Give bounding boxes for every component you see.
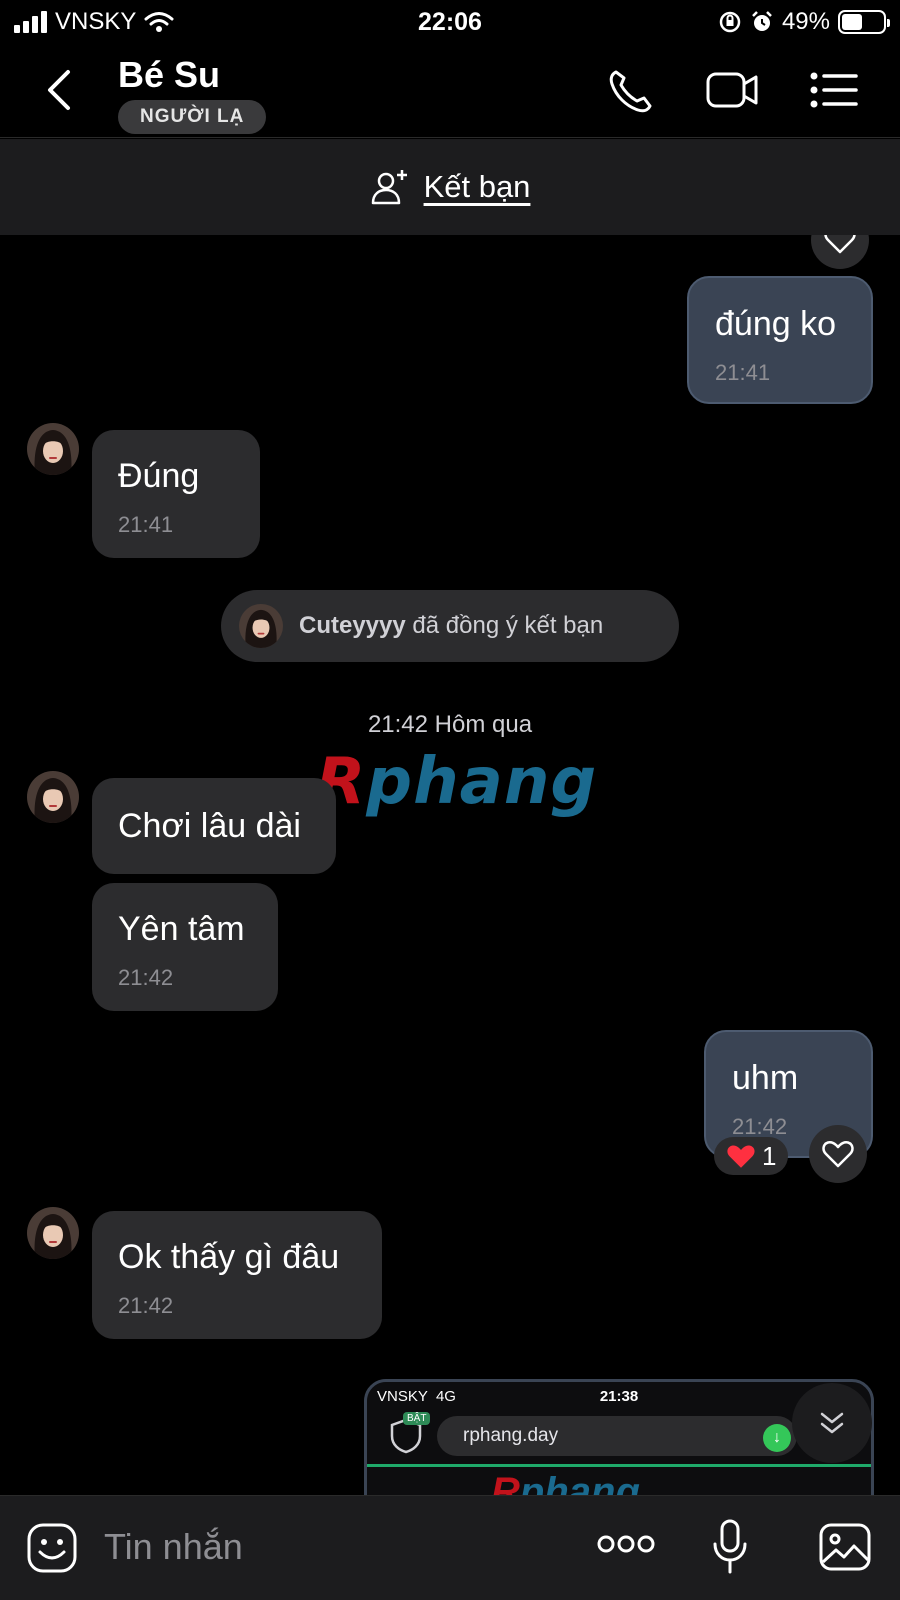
add-friend-icon bbox=[371, 170, 407, 205]
video-call-icon[interactable] bbox=[704, 64, 760, 116]
avatar[interactable] bbox=[27, 1207, 79, 1259]
sticker-icon[interactable] bbox=[26, 1522, 78, 1574]
avatar[interactable] bbox=[27, 771, 79, 823]
battery-fill bbox=[842, 14, 862, 30]
message-text: đúng ko bbox=[715, 305, 836, 343]
message-text: Đúng bbox=[118, 457, 200, 495]
message-text: Ok thấy gì đâu bbox=[118, 1238, 340, 1276]
status-bar: VNSKY 22:06 49% bbox=[0, 0, 900, 44]
stranger-badge: NGƯỜI LẠ bbox=[118, 100, 267, 134]
image-divider bbox=[367, 1464, 871, 1467]
react-button[interactable] bbox=[811, 235, 869, 269]
avatar-small bbox=[239, 604, 283, 648]
battery-percent: 49% bbox=[781, 8, 830, 35]
message-input[interactable]: Tin nhắn bbox=[104, 1526, 243, 1568]
reaction-number: 1 bbox=[762, 1140, 777, 1171]
message-time: 21:42 bbox=[118, 965, 174, 990]
react-button[interactable] bbox=[809, 1125, 867, 1183]
message-input-bar: Tin nhắn bbox=[0, 1495, 900, 1600]
avatar[interactable] bbox=[27, 423, 79, 475]
double-chevron-down-icon bbox=[820, 1412, 844, 1434]
avatar-image bbox=[27, 771, 79, 823]
avatar-image bbox=[27, 1207, 79, 1259]
message-time: 21:41 bbox=[118, 512, 174, 537]
contact-name[interactable]: Bé Su bbox=[118, 54, 220, 96]
message-bubble-incoming[interactable]: Chơi lâu dài bbox=[92, 778, 336, 874]
friend-name: Cuteyyyy bbox=[299, 612, 406, 639]
menu-icon[interactable] bbox=[806, 64, 862, 116]
heart-outline-icon bbox=[822, 1141, 854, 1168]
download-icon: ↓ bbox=[763, 1424, 791, 1452]
battery-icon bbox=[838, 10, 890, 34]
alarm-icon bbox=[752, 11, 772, 31]
date-separator: 21:42 Hôm qua bbox=[367, 711, 533, 738]
message-bubble-incoming[interactable]: Đúng 21:41 bbox=[92, 430, 260, 558]
add-friend-bar[interactable]: Kết bạn bbox=[0, 139, 900, 235]
orientation-lock-icon bbox=[719, 11, 741, 33]
heart-outline-icon bbox=[824, 235, 856, 254]
avatar-image bbox=[27, 423, 79, 475]
add-friend-label[interactable]: Kết bạn bbox=[424, 169, 531, 205]
friend-accepted-notice: Cuteyyyy đã đồng ý kết bạn bbox=[221, 590, 679, 662]
message-bubble-incoming[interactable]: Yên tâm 21:42 bbox=[92, 883, 278, 1011]
message-text: uhm bbox=[732, 1059, 799, 1097]
chat-header: Bé Su NGƯỜI LẠ bbox=[0, 44, 900, 138]
image-logo: Rphang bbox=[491, 1470, 640, 1495]
message-text: Yên tâm bbox=[118, 910, 245, 948]
image-gallery-icon[interactable] bbox=[818, 1522, 872, 1572]
image-badge: BẬT bbox=[403, 1412, 431, 1425]
heart-filled-icon bbox=[727, 1144, 755, 1168]
message-bubble-incoming[interactable]: Ok thấy gì đâu 21:42 bbox=[92, 1211, 382, 1339]
message-list[interactable]: đúng ko 21:41 Đúng 21:41 Cuteyyyy đã đồn… bbox=[0, 235, 900, 1495]
back-icon[interactable] bbox=[40, 66, 80, 114]
reaction-count[interactable]: 1 bbox=[714, 1137, 789, 1175]
message-bubble-outgoing[interactable]: đúng ko 21:41 bbox=[687, 276, 873, 404]
phone-icon[interactable] bbox=[604, 64, 660, 116]
watermark-logo: Rphang bbox=[316, 745, 598, 819]
more-options-icon[interactable] bbox=[596, 1532, 656, 1556]
notice-text: đã đồng ý kết bạn bbox=[412, 612, 604, 639]
scroll-to-bottom-button[interactable] bbox=[792, 1383, 872, 1463]
message-text: Chơi lâu dài bbox=[118, 807, 301, 845]
microphone-icon[interactable] bbox=[710, 1518, 750, 1576]
message-time: 21:42 bbox=[118, 1293, 174, 1318]
image-url-bar: rphang.day bbox=[437, 1416, 797, 1456]
message-time: 21:41 bbox=[715, 360, 771, 385]
